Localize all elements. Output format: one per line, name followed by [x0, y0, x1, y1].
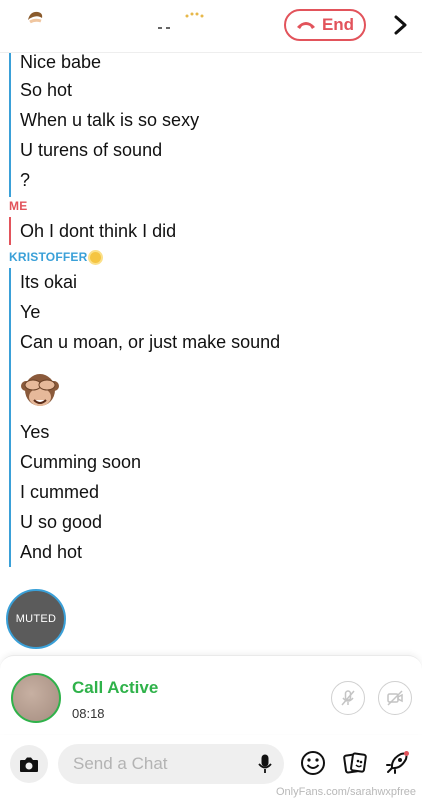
message-text: I cummed: [20, 482, 100, 502]
message-text: Nice babe: [20, 52, 102, 72]
mute-microphone-button[interactable]: [331, 681, 365, 715]
name-redacted-mark: [158, 27, 170, 29]
friend-message-bar: [9, 52, 11, 197]
video-off-icon: [387, 690, 403, 706]
microphone-icon[interactable]: [258, 754, 272, 774]
me-message-bar: [9, 217, 11, 245]
call-status-title: Call Active: [72, 678, 159, 697]
mic-off-icon: [341, 690, 355, 706]
rocket-games-icon[interactable]: [384, 750, 410, 776]
send-chat-input[interactable]: Send a Chat: [58, 744, 284, 784]
bitmoji-hair-icon[interactable]: [26, 10, 44, 24]
end-call-button[interactable]: End: [284, 9, 366, 41]
sender-label-me: ME: [9, 199, 28, 213]
sun-emoji-icon: [90, 251, 102, 263]
chat-header: End: [0, 0, 422, 53]
friend-message-bar: [9, 268, 11, 567]
chat-input-bar: Send a Chat OnlyFans.com/sarahwxpfree: [0, 735, 422, 800]
message-text: Oh I dont think I did: [20, 221, 177, 241]
message-text: U so good: [20, 512, 103, 532]
camera-icon: [20, 757, 38, 772]
message-text: Its okai: [20, 272, 78, 292]
message-text: Cumming soon: [20, 452, 142, 472]
video-toggle-button[interactable]: [378, 681, 412, 715]
end-call-label: End: [321, 15, 355, 34]
chat-screen: End Nice babe So hot When u talk is so s…: [0, 0, 422, 800]
message-text: Can u moan, or just make sound: [20, 332, 281, 352]
watermark-text: OnlyFans.com/sarahwxpfree: [276, 786, 416, 798]
message-text: Yes: [20, 422, 50, 442]
crown-icon: [185, 12, 204, 18]
sender-label-friend: KRISTOFFER: [9, 250, 102, 264]
camera-button[interactable]: [10, 745, 48, 783]
hang-up-phone-icon: [296, 22, 315, 29]
message-text: U turens of sound: [20, 140, 163, 160]
stickers-cards-icon[interactable]: [342, 750, 368, 776]
chevron-right-icon[interactable]: [390, 14, 410, 36]
friend-name: KRISTOFFER: [9, 250, 88, 264]
muted-label: MUTED: [15, 613, 57, 625]
call-timer: 08:18: [72, 706, 105, 721]
message-text: Ye: [20, 302, 41, 322]
message-text: So hot: [20, 80, 73, 100]
see-no-evil-monkey-icon: [21, 374, 59, 406]
message-text: When u talk is so sexy: [20, 110, 200, 130]
muted-video-bubble[interactable]: MUTED: [6, 589, 66, 649]
call-panel: Call Active 08:18: [0, 655, 422, 734]
emoji-smile-icon[interactable]: [300, 750, 326, 776]
chat-input-placeholder: Send a Chat: [73, 754, 168, 773]
avatar[interactable]: [11, 673, 61, 723]
message-text: And hot: [20, 542, 83, 562]
message-text: ?: [20, 170, 31, 190]
